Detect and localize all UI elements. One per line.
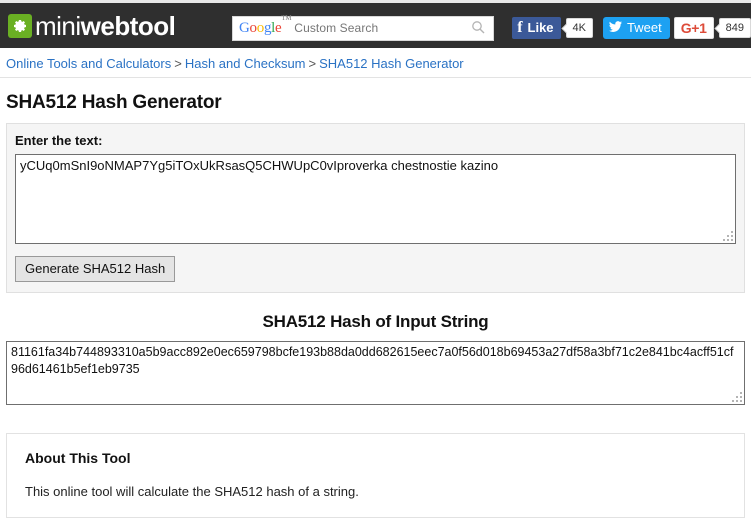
- input-form-panel: Enter the text: yCUq0mSnI9oNMAP7Yg5iTOxU…: [6, 123, 745, 293]
- breadcrumb-link-home[interactable]: Online Tools and Calculators: [6, 56, 171, 71]
- search-icon[interactable]: [471, 20, 485, 37]
- search-placeholder: GoogleTMCustom Search: [233, 20, 378, 37]
- twitter-tweet-label: Tweet: [627, 20, 662, 35]
- logo-mini-text: mini: [35, 11, 81, 41]
- page-title: SHA512 Hash Generator: [6, 92, 751, 114]
- social-buttons: f Like 4K Tweet G+1 849: [512, 16, 751, 39]
- about-title: About This Tool: [25, 450, 726, 466]
- breadcrumb-separator: >: [309, 56, 317, 71]
- facebook-f-icon: f: [517, 20, 522, 36]
- text-input-textarea[interactable]: yCUq0mSnI9oNMAP7Yg5iTOxUkRsasQ5CHWUpC0vI…: [15, 154, 736, 244]
- facebook-count-value: 4K: [573, 22, 586, 34]
- site-logo[interactable]: miniwebtool: [8, 13, 175, 39]
- hash-output-textarea[interactable]: 81161fa34b744893310a5b9acc892e0ec659798b…: [6, 341, 745, 405]
- twitter-tweet-button[interactable]: Tweet: [603, 17, 670, 39]
- google-plus-one-button[interactable]: G+1: [674, 17, 714, 39]
- result-heading: SHA512 Hash of Input String: [0, 312, 751, 332]
- search-input[interactable]: GoogleTMCustom Search: [232, 16, 494, 41]
- google-count-value: 849: [726, 22, 744, 34]
- twitter-bird-icon: [609, 20, 622, 35]
- logo-wordmark: miniwebtool: [35, 13, 175, 39]
- hash-textarea-resize-handle[interactable]: [731, 391, 742, 402]
- google-wordmark: GoogleTM: [239, 20, 291, 36]
- google-plus-one-count: 849: [719, 18, 751, 38]
- hash-output-value: 81161fa34b744893310a5b9acc892e0ec659798b…: [7, 342, 744, 380]
- textarea-resize-handle[interactable]: [722, 230, 733, 241]
- generate-hash-button[interactable]: Generate SHA512 Hash: [15, 256, 175, 282]
- breadcrumb: Online Tools and Calculators>Hash and Ch…: [0, 48, 751, 78]
- facebook-like-count: 4K: [566, 18, 593, 38]
- site-header: miniwebtool GoogleTMCustom Search f Like…: [0, 0, 751, 48]
- about-panel: About This Tool This online tool will ca…: [6, 433, 745, 518]
- input-label: Enter the text:: [15, 133, 736, 148]
- custom-search-label: Custom Search: [294, 21, 378, 35]
- gear-icon: [8, 14, 32, 38]
- facebook-like-label: Like: [528, 20, 554, 35]
- facebook-like-button[interactable]: f Like: [512, 17, 560, 39]
- text-input-value: yCUq0mSnI9oNMAP7Yg5iTOxUkRsasQ5CHWUpC0vI…: [16, 155, 735, 176]
- logo-webtool-text: webtool: [81, 11, 176, 41]
- breadcrumb-link-current[interactable]: SHA512 Hash Generator: [319, 56, 464, 71]
- about-body: This online tool will calculate the SHA5…: [25, 484, 726, 499]
- trademark-mark: TM: [281, 14, 291, 22]
- breadcrumb-link-category[interactable]: Hash and Checksum: [185, 56, 306, 71]
- google-plus-one-label: G+1: [681, 20, 707, 36]
- breadcrumb-separator: >: [174, 56, 182, 71]
